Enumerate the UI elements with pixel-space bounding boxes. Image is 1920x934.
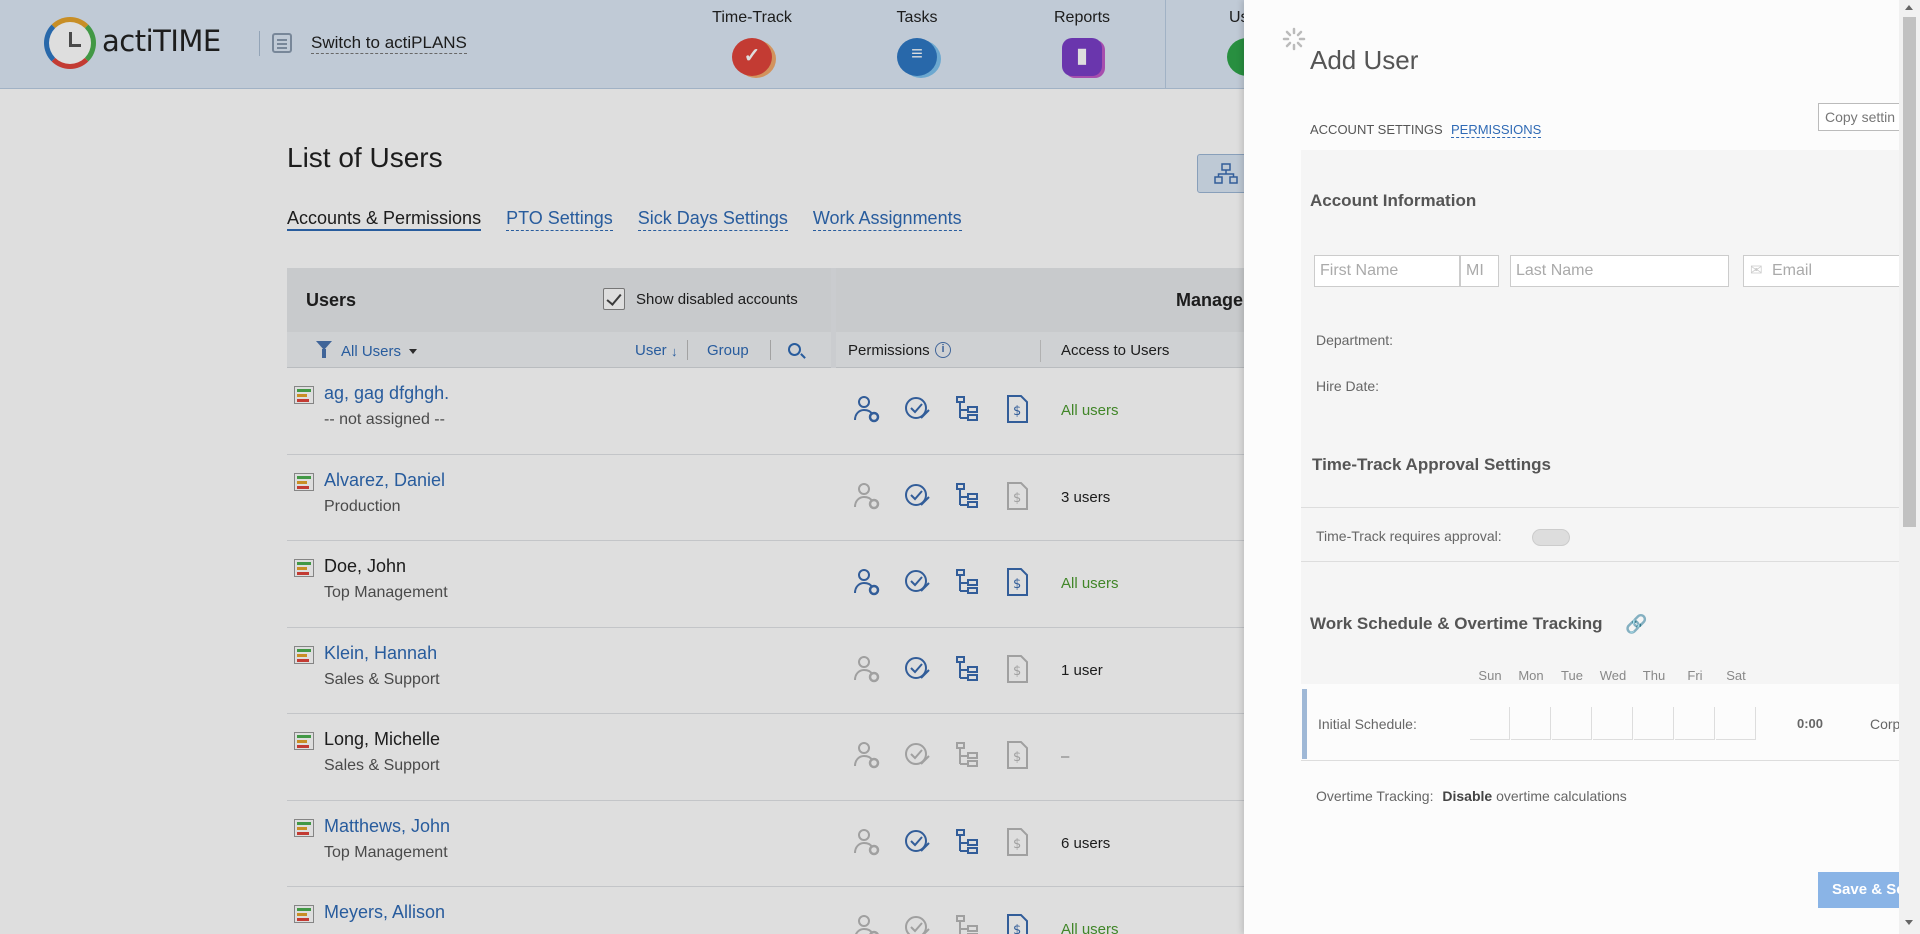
schedule-cell-sat[interactable] (1716, 707, 1756, 740)
overtime-value-rest[interactable]: overtime calculations (1496, 788, 1627, 804)
schedule-cell-mon[interactable] (1511, 707, 1551, 740)
day-tue: Tue (1561, 668, 1583, 683)
account-info-title: Account Information (1310, 191, 1477, 210)
schedule-total: 0:00 (1797, 716, 1824, 731)
approval-toggle[interactable] (1532, 529, 1570, 546)
panel-scrollbar[interactable] (1899, 0, 1920, 934)
day-sat: Sat (1726, 668, 1746, 683)
add-user-panel: Add User ACCOUNT SETTINGS PERMISSIONS Co… (1244, 0, 1920, 934)
schedule-cell-thu[interactable] (1634, 707, 1674, 740)
schedule-cell-fri[interactable] (1675, 707, 1715, 740)
work-schedule-title: Work Schedule & Overtime Tracking (1310, 614, 1603, 633)
day-mon: Mon (1518, 668, 1544, 683)
overtime-value-bold[interactable]: Disable (1442, 788, 1492, 804)
schedule-cell-wed[interactable] (1593, 707, 1633, 740)
initial-schedule-label: Initial Schedule: (1318, 716, 1417, 732)
scroll-down-icon[interactable] (1905, 920, 1913, 925)
hire-date-label: Hire Date: (1316, 378, 1380, 394)
link-icon[interactable]: 🔗 (1625, 614, 1647, 635)
tab-account-settings[interactable]: ACCOUNT SETTINGS (1310, 122, 1443, 143)
schedule-cell-tue[interactable] (1552, 707, 1592, 740)
middle-initial-field[interactable]: MI (1460, 255, 1499, 287)
schedule-cell-sun[interactable] (1470, 707, 1510, 740)
panel-content (1301, 150, 1920, 684)
overtime-tracking-line: Overtime Tracking: Disable overtime calc… (1316, 788, 1627, 804)
overtime-label: Overtime Tracking: (1316, 788, 1434, 804)
loading-spinner-icon (1282, 27, 1306, 51)
email-placeholder: Email (1772, 262, 1813, 279)
department-label: Department: (1316, 332, 1394, 348)
modal-backdrop[interactable] (0, 0, 1244, 934)
panel-title: Add User (1310, 45, 1419, 75)
day-sun: Sun (1478, 668, 1502, 683)
envelope-icon: ✉ (1750, 262, 1763, 279)
divider (1301, 561, 1899, 562)
last-name-field[interactable]: Last Name (1510, 255, 1729, 287)
approval-required-label: Time-Track requires approval: (1316, 528, 1502, 544)
tab-permissions[interactable]: PERMISSIONS (1451, 122, 1542, 138)
email-field[interactable]: ✉ Email (1743, 255, 1913, 287)
day-thu: Thu (1642, 668, 1666, 683)
divider (1301, 760, 1899, 761)
divider (1301, 507, 1899, 508)
app-root: actiTIME Switch to actiPLANS Time-Track … (0, 0, 1920, 934)
scroll-up-icon[interactable] (1905, 5, 1913, 10)
first-name-field[interactable]: First Name (1314, 255, 1460, 287)
approval-settings-title: Time-Track Approval Settings (1312, 455, 1552, 474)
day-fri: Fri (1687, 668, 1703, 683)
scrollbar-thumb[interactable] (1903, 17, 1916, 527)
day-wed: Wed (1599, 668, 1627, 683)
schedule-corp-label: Corp (1870, 716, 1901, 732)
schedule-row-marker (1302, 689, 1307, 759)
